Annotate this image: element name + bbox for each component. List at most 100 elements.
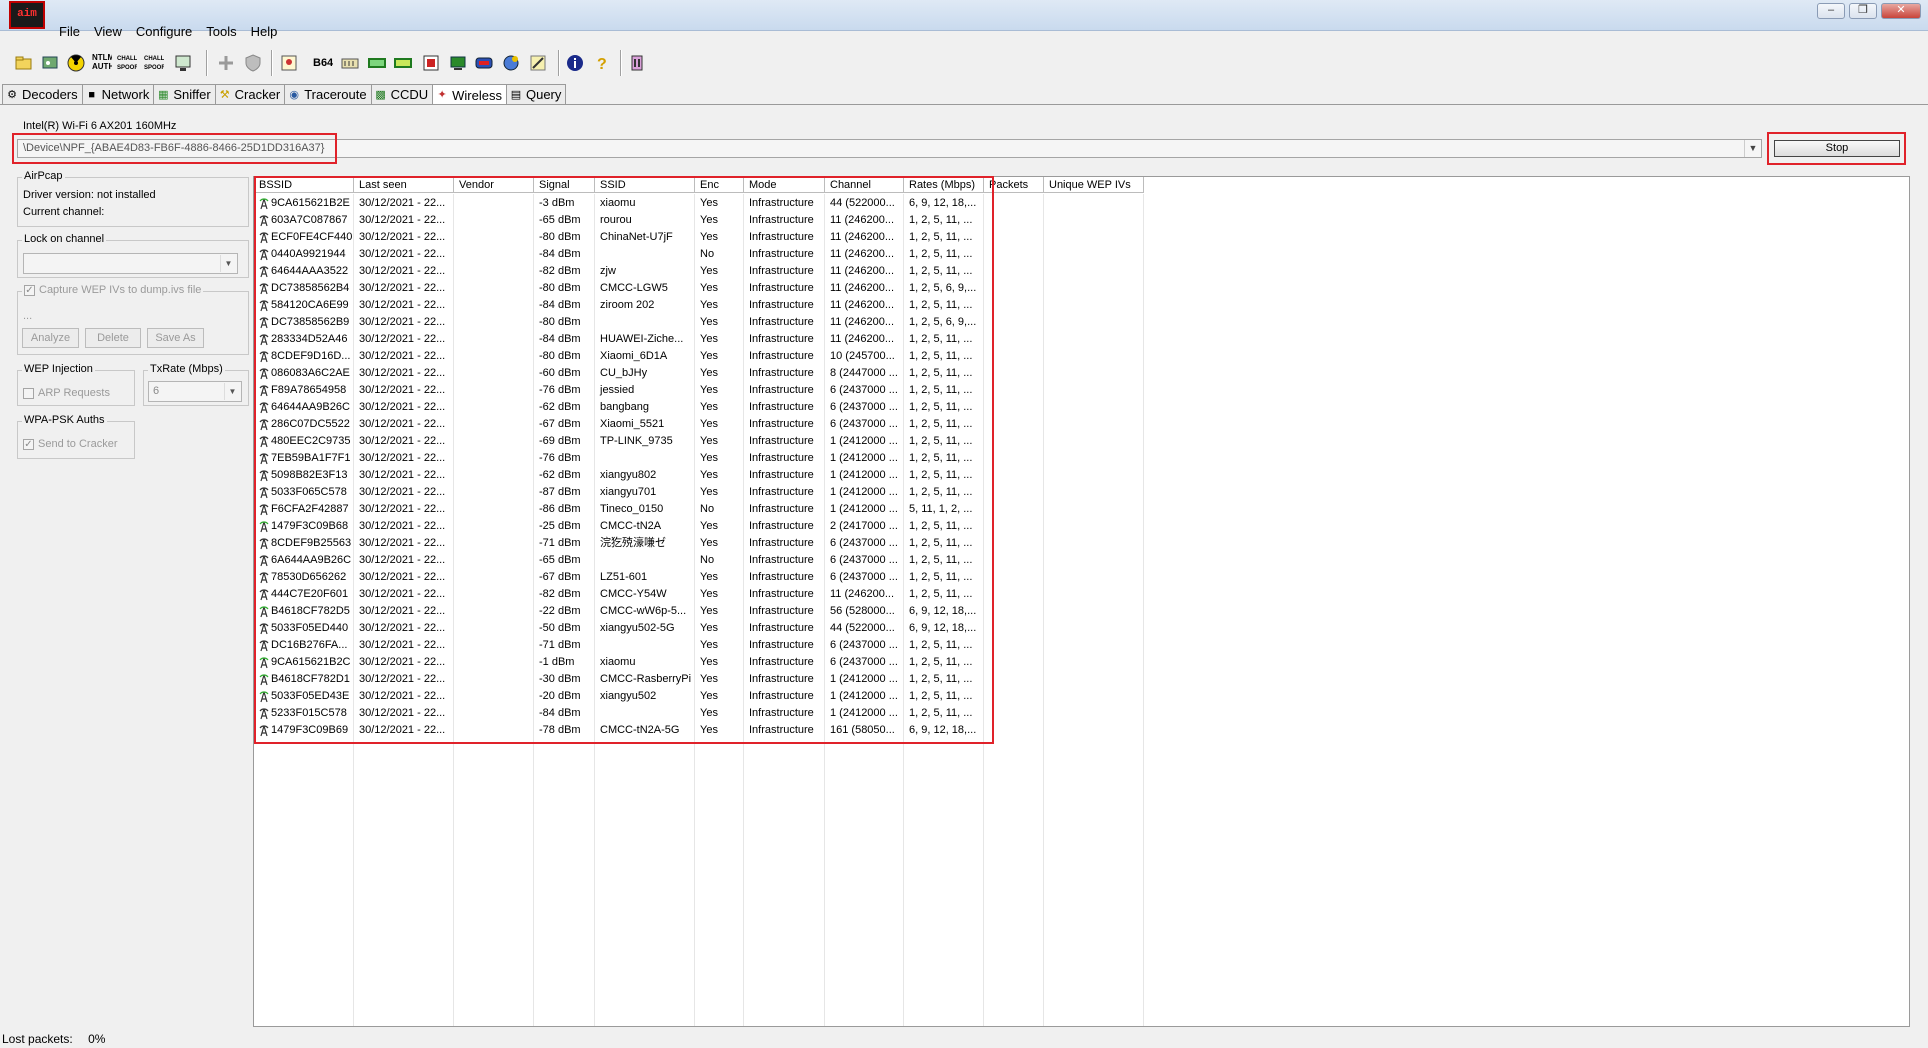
send-to-cracker-row[interactable]: ✓ Send to Cracker: [23, 438, 117, 450]
table-row[interactable]: 8CDEF9B25563 30/12/2021 - 22... -71 dBm 浣犵殑…: [254, 535, 984, 552]
table-row[interactable]: DC16B276FA... 30/12/2021 - 22... -71 dBm Ye…: [254, 637, 984, 654]
table-row[interactable]: F89A78654958 30/12/2021 - 22... -76 dBm jes…: [254, 382, 984, 399]
add-icon[interactable]: [216, 53, 236, 73]
table-row[interactable]: 5033F05ED43E 30/12/2021 - 22... -20 dBm xia…: [254, 688, 984, 705]
globe-icon[interactable]: [501, 53, 521, 73]
tab-network[interactable]: ■ Network: [81, 84, 155, 104]
table-row[interactable]: 8CDEF9D16D... 30/12/2021 - 22... -80 dBm Xi…: [254, 348, 984, 365]
table-row[interactable]: 5233F015C578 30/12/2021 - 22... -84 dBm Yes…: [254, 705, 984, 722]
tab-sniffer[interactable]: ▦ Sniffer: [153, 84, 216, 104]
table-row[interactable]: 283334D52A46 30/12/2021 - 22... -84 dBm HUA…: [254, 331, 984, 348]
table-row[interactable]: 9CA615621B2E 30/12/2021 - 22... -3 dBm xiao…: [254, 195, 984, 212]
ntlm-auth-icon[interactable]: NTLM AUTH: [92, 53, 112, 73]
open-icon[interactable]: [14, 53, 34, 73]
column-header[interactable]: SSID: [595, 177, 695, 193]
table-row[interactable]: 78530D656262 30/12/2021 - 22... -67 dBm LZ5…: [254, 569, 984, 586]
column-header[interactable]: Last seen: [354, 177, 454, 193]
table-row[interactable]: 64644AA9B26C 30/12/2021 - 22... -62 dBm ban…: [254, 399, 984, 416]
table-row[interactable]: 444C7E20F601 30/12/2021 - 22... -82 dBm CMC…: [254, 586, 984, 603]
vendor-cell: [454, 620, 534, 637]
menu-tools[interactable]: Tools: [206, 22, 236, 42]
wand-icon[interactable]: [528, 53, 548, 73]
column-header[interactable]: Signal: [534, 177, 595, 193]
table-row[interactable]: 603A7C087867 30/12/2021 - 22... -65 dBm rou…: [254, 212, 984, 229]
network-adapter-icon[interactable]: [40, 53, 60, 73]
tab-traceroute[interactable]: ◉ Traceroute: [284, 84, 372, 104]
tower-icon[interactable]: [627, 53, 647, 73]
maximize-button[interactable]: ❐: [1849, 3, 1877, 19]
arp-requests-checkbox[interactable]: [23, 387, 34, 399]
column-header[interactable]: BSSID: [254, 177, 354, 193]
send-to-cracker-checkbox[interactable]: ✓: [23, 438, 34, 450]
chevron-down-icon[interactable]: ▼: [1744, 140, 1761, 157]
channel-cell: 6 (2437000 ...: [830, 656, 898, 668]
hash-icon[interactable]: [340, 53, 360, 73]
arp-requests-row[interactable]: ARP Requests: [23, 387, 110, 399]
tab-wireless[interactable]: ✦ Wireless: [432, 84, 507, 105]
info-icon[interactable]: [565, 53, 585, 73]
chip-icon[interactable]: [421, 53, 441, 73]
delete-button[interactable]: Delete: [85, 328, 141, 348]
help-icon[interactable]: ?: [591, 53, 611, 73]
menu-view[interactable]: View: [94, 22, 122, 42]
table-row[interactable]: B4618CF782D5 30/12/2021 - 22... -22 dBm CMC…: [254, 603, 984, 620]
table-row[interactable]: DC73858562B9 30/12/2021 - 22... -80 dBm Yes…: [254, 314, 984, 331]
pc-icon[interactable]: [448, 53, 468, 73]
close-button[interactable]: ✕: [1881, 3, 1921, 19]
chall-spoof-reset-icon[interactable]: CHALL SPOOF RESET: [117, 53, 137, 73]
certificate-icon[interactable]: [279, 53, 299, 73]
table-row[interactable]: 286C07DC5522 30/12/2021 - 22... -67 dBm Xia…: [254, 416, 984, 433]
table-row[interactable]: 9CA615621B2C 30/12/2021 - 22... -1 dBm xiao…: [254, 654, 984, 671]
column-header[interactable]: Enc: [695, 177, 744, 193]
column-header[interactable]: Vendor: [454, 177, 534, 193]
table-row[interactable]: 086083A6C2AE 30/12/2021 - 22... -60 dBm CU_…: [254, 365, 984, 382]
md2-icon[interactable]: [367, 53, 387, 73]
base64-label: B64: [313, 57, 333, 69]
menu-file[interactable]: File: [59, 22, 80, 42]
table-row[interactable]: 1479F3C09B68 30/12/2021 - 22... -25 dBm CMC…: [254, 518, 984, 535]
radiation-icon[interactable]: [66, 53, 86, 73]
tab-ccdu[interactable]: ▩ CCDU: [370, 84, 434, 104]
table-row[interactable]: 1479F3C09B69 30/12/2021 - 22... -78 dBm CMC…: [254, 722, 984, 739]
chall-spoof-ntlm-icon[interactable]: CHALL SPOOF NTLM: [144, 53, 164, 73]
tab-query[interactable]: ▤ Query: [505, 84, 567, 104]
minimize-button[interactable]: –: [1817, 3, 1845, 19]
channel-select[interactable]: ▼: [23, 253, 238, 274]
base64-icon[interactable]: B64: [313, 53, 333, 73]
table-row[interactable]: 5098B82E3F13 30/12/2021 - 22... -62 dBm xia…: [254, 467, 984, 484]
table-row[interactable]: 64644AAA3522 30/12/2021 - 22... -82 dBm zjw…: [254, 263, 984, 280]
table-row[interactable]: 0440A9921944 30/12/2021 - 22... -84 dBm No I…: [254, 246, 984, 263]
stop-button[interactable]: Stop: [1774, 140, 1900, 157]
table-row[interactable]: ECF0FE4CF440 30/12/2021 - 22... -80 dBm Chi…: [254, 229, 984, 246]
capture-checkbox-row[interactable]: ✓ Capture WEP IVs to dump.ivs file: [22, 284, 204, 296]
table-row[interactable]: B4618CF782D1 30/12/2021 - 22... -30 dBm CMC…: [254, 671, 984, 688]
table-row[interactable]: F6CFA2F42887 30/12/2021 - 22... -86 dBm Tin…: [254, 501, 984, 518]
table-row[interactable]: 5033F065C578 30/12/2021 - 22... -87 dBm xia…: [254, 484, 984, 501]
capture-checkbox[interactable]: ✓: [24, 284, 35, 296]
table-row[interactable]: 7EB59BA1F7F1 30/12/2021 - 22... -76 dBm Yes…: [254, 450, 984, 467]
nic-icon[interactable]: [474, 53, 494, 73]
md5-icon[interactable]: [393, 53, 413, 73]
access-point-list[interactable]: BSSID Last seen Vendor Signal SSID Enc Mode Cha…: [253, 176, 1910, 1027]
menu-help[interactable]: Help: [251, 22, 278, 42]
lcd-icon[interactable]: [173, 53, 193, 73]
table-row[interactable]: 584120CA6E99 30/12/2021 - 22... -84 dBm zir…: [254, 297, 984, 314]
analyze-button[interactable]: Analyze: [22, 328, 79, 348]
save-as-button[interactable]: Save As: [147, 328, 204, 348]
table-row[interactable]: 480EEC2C9735 30/12/2021 - 22... -69 dBm TP-…: [254, 433, 984, 450]
table-row[interactable]: 6A644AA9B26C 30/12/2021 - 22... -65 dBm No I…: [254, 552, 984, 569]
device-select[interactable]: \Device\NPF_{ABAE4D83-FB6F-4886-8466-25D…: [17, 139, 1762, 158]
column-header[interactable]: Unique WEP IVs: [1044, 177, 1144, 193]
table-row[interactable]: DC73858562B4 30/12/2021 - 22... -80 dBm CMC…: [254, 280, 984, 297]
txrate-select[interactable]: 6 ▼: [148, 381, 242, 402]
table-row[interactable]: 5033F05ED440 30/12/2021 - 22... -50 dBm xia…: [254, 620, 984, 637]
channel-cell: 1 (2412000 ...: [830, 452, 898, 464]
column-header[interactable]: Channel: [825, 177, 904, 193]
column-header[interactable]: Mode: [744, 177, 825, 193]
tab-cracker[interactable]: ⚒ Cracker: [214, 84, 286, 104]
column-header[interactable]: Packets: [984, 177, 1044, 193]
tab-decoders[interactable]: ⚙ Decoders: [2, 84, 83, 104]
shield-icon[interactable]: [243, 53, 263, 73]
menu-configure[interactable]: Configure: [136, 22, 192, 42]
column-header[interactable]: Rates (Mbps): [904, 177, 984, 193]
